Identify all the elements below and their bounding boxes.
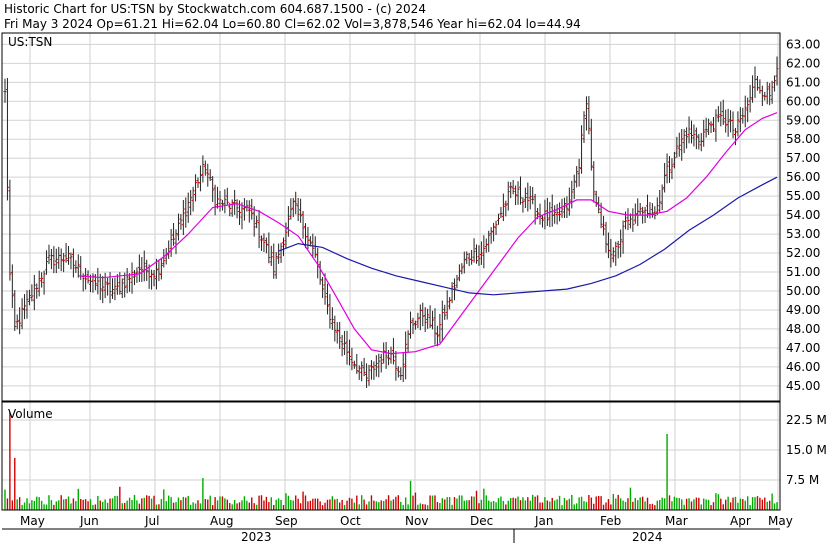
price-tick-label: 62.00 <box>786 56 820 70</box>
month-tick-label: May <box>768 514 793 528</box>
month-tick-label: Nov <box>405 514 428 528</box>
price-tick-label: 63.00 <box>786 37 820 51</box>
price-tick-label: 61.00 <box>786 75 820 89</box>
price-tick-label: 55.00 <box>786 189 820 203</box>
month-tick-label: May <box>20 514 45 528</box>
price-tick-label: 58.00 <box>786 132 820 146</box>
chart-header-line2: Fri May 3 2024 Op=61.21 Hi=62.04 Lo=60.8… <box>4 17 581 31</box>
month-tick-label: Apr <box>730 514 751 528</box>
price-panel-label: US:TSN <box>8 35 52 49</box>
price-tick-label: 60.00 <box>786 94 820 108</box>
price-tick-label: 46.00 <box>786 360 820 374</box>
price-tick-label: 59.00 <box>786 113 820 127</box>
month-tick-label: Jan <box>534 514 554 528</box>
price-tick-label: 52.00 <box>786 246 820 260</box>
chart-header-line1: Historic Chart for US:TSN by Stockwatch.… <box>4 2 426 16</box>
month-tick-label: Aug <box>210 514 233 528</box>
year-label-2024: 2024 <box>632 530 663 543</box>
volume-panel-label: Volume <box>8 407 53 421</box>
volume-tick-label: 15.0 M <box>786 443 827 457</box>
price-tick-label: 53.00 <box>786 227 820 241</box>
year-label-2023: 2023 <box>241 530 272 543</box>
price-tick-label: 50.00 <box>786 284 820 298</box>
price-tick-label: 56.00 <box>786 170 820 184</box>
chart-canvas: Historic Chart for US:TSN by Stockwatch.… <box>0 0 830 543</box>
price-tick-label: 57.00 <box>786 151 820 165</box>
month-tick-label: Jun <box>79 514 99 528</box>
month-tick-label: Oct <box>340 514 361 528</box>
price-tick-label: 54.00 <box>786 208 820 222</box>
month-tick-label: Feb <box>600 514 621 528</box>
price-tick-label: 45.00 <box>786 379 820 393</box>
price-tick-label: 49.00 <box>786 303 820 317</box>
volume-tick-label: 22.5 M <box>786 413 827 427</box>
month-tick-label: Mar <box>665 514 688 528</box>
month-tick-label: Dec <box>470 514 493 528</box>
volume-tick-label: 7.5 M <box>786 473 819 487</box>
month-tick-label: Jul <box>144 514 159 528</box>
price-tick-label: 47.00 <box>786 341 820 355</box>
stock-chart: Historic Chart for US:TSN by Stockwatch.… <box>0 0 830 543</box>
price-tick-label: 48.00 <box>786 322 820 336</box>
month-tick-label: Sep <box>275 514 298 528</box>
price-tick-label: 51.00 <box>786 265 820 279</box>
